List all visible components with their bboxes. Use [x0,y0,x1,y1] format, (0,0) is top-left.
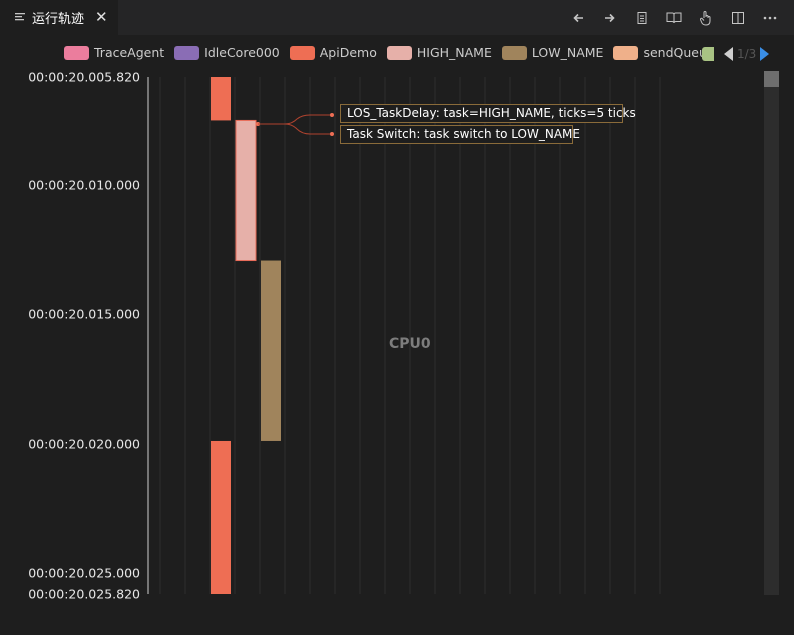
event-endpoint [330,113,334,117]
scrollbar-thumb[interactable] [764,71,779,87]
task-bar-apidemo[interactable] [211,77,231,121]
event-tooltip-task-delay: LOS_TaskDelay: task=HIGH_NAME, ticks=5 t… [340,104,636,123]
time-label: 00:00:20.010.000 [28,177,140,193]
time-label: 00:00:20.025.820 [28,586,140,602]
task-bar-low-name[interactable] [261,260,281,441]
time-label: 00:00:20.015.000 [28,306,140,322]
event-connector [258,114,332,125]
event-connector [258,123,332,135]
event-tooltip-task-switch: Task Switch: task switch to LOW_NAME [340,125,580,144]
task-bar-apidemo[interactable] [211,440,231,594]
task-bar-high-name[interactable] [235,119,257,262]
vertical-scrollbar[interactable] [764,71,779,595]
time-label: 00:00:20.005.820 [28,69,140,85]
time-label: 00:00:20.025.000 [28,565,140,581]
event-endpoint [330,132,334,136]
cpu-label: CPU0 [389,336,431,352]
time-label: 00:00:20.020.000 [28,436,140,452]
